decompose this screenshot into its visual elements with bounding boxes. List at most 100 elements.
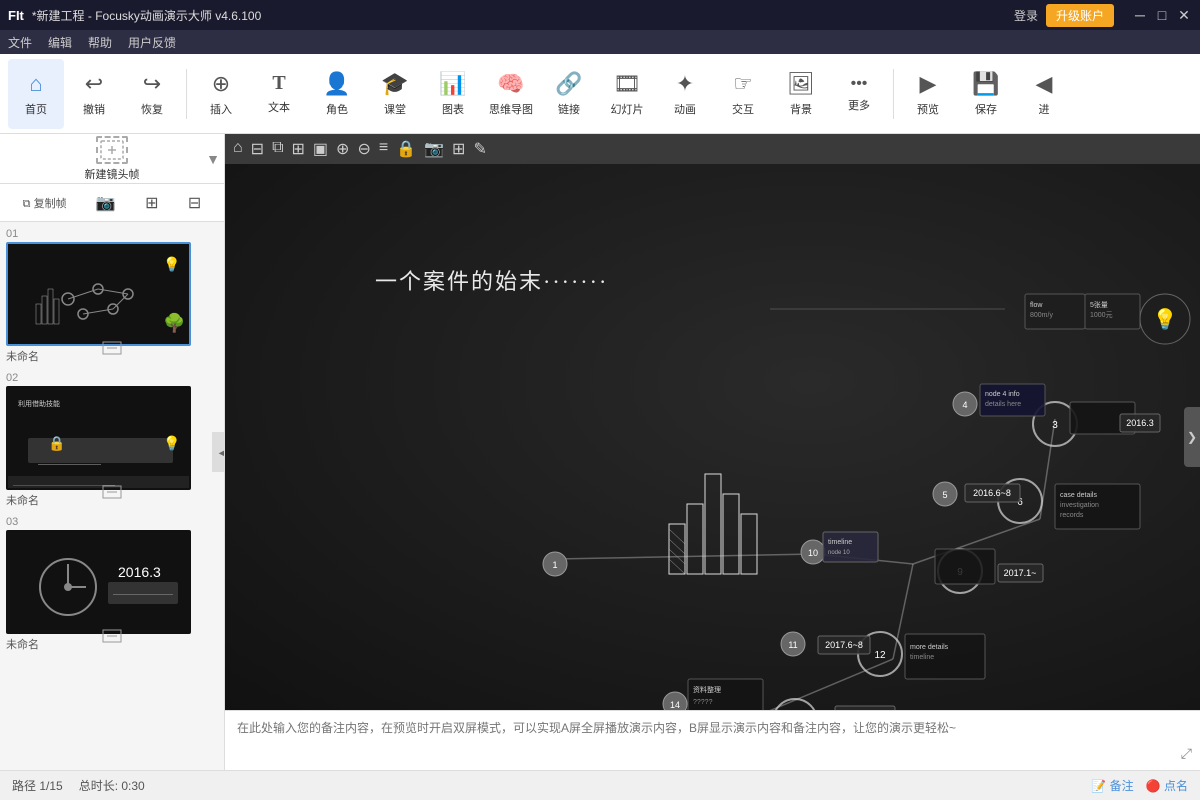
svg-text:💡: 💡 bbox=[163, 435, 180, 452]
canvas-area: ⌂ ⊟ ⧉ ⊞ ▣ ⊕ ⊖ ≡ 🔒 📷 ⊞ ✎ bbox=[225, 134, 1200, 770]
canvas-zoom-out-icon[interactable]: ⊖ bbox=[357, 139, 370, 159]
dotname-icon: 🔴 bbox=[1146, 779, 1161, 793]
toolbar-redo[interactable]: ↪ 恢复 bbox=[124, 59, 180, 129]
notes-input[interactable] bbox=[237, 719, 1188, 762]
more-icon: ••• bbox=[851, 75, 868, 93]
collapse-frame-button[interactable]: ⊟ bbox=[188, 193, 201, 213]
duration-indicator: 总时长: 0:30 bbox=[79, 777, 145, 794]
chart-icon: 📊 bbox=[439, 71, 466, 97]
dotname-button[interactable]: 🔴 点名 bbox=[1146, 777, 1188, 794]
slides-list: 01 一个案件的始末 bbox=[0, 222, 224, 770]
toolbar-home[interactable]: ⌂ 首页 bbox=[8, 59, 64, 129]
canvas-paste-icon[interactable]: ⊞ bbox=[292, 139, 305, 159]
note-button[interactable]: 📝 备注 bbox=[1091, 777, 1133, 794]
expand-frame-button[interactable]: ⊞ bbox=[145, 193, 158, 213]
svg-text:利用借助技能: 利用借助技能 bbox=[18, 399, 60, 408]
notes-area: ⤢ bbox=[225, 710, 1200, 770]
toolbar-insert[interactable]: ⊕ 插入 bbox=[193, 59, 249, 129]
canvas-lock-icon[interactable]: 🔒 bbox=[396, 139, 416, 159]
new-frame-button[interactable]: 新建镜头帧 bbox=[85, 136, 140, 182]
toolbar: ⌂ 首页 ↩ 撤销 ↪ 恢复 ⊕ 插入 T 文本 👤 角色 🎓 课堂 📊 图表 … bbox=[0, 54, 1200, 134]
login-button[interactable]: 登录 bbox=[1014, 7, 1038, 24]
canvas-grid-icon[interactable]: ⊞ bbox=[452, 139, 465, 159]
toolbar-more[interactable]: ••• 更多 bbox=[831, 59, 887, 129]
slide-item-2[interactable]: 02 利用借助技能 ————————— 🔒 💡 ———————————————— bbox=[6, 372, 218, 508]
canvas-duplicate-icon[interactable]: ⧉ bbox=[272, 139, 283, 159]
right-expand-button[interactable]: ❯ bbox=[1184, 407, 1200, 467]
new-frame-icon bbox=[96, 136, 128, 164]
menu-edit[interactable]: 编辑 bbox=[48, 34, 72, 51]
minimize-button[interactable]: ─ bbox=[1132, 7, 1148, 23]
svg-text:investigation: investigation bbox=[1060, 502, 1099, 509]
svg-text:14: 14 bbox=[670, 700, 680, 710]
menu-file[interactable]: 文件 bbox=[8, 34, 32, 51]
svg-text:2016.6~8: 2016.6~8 bbox=[973, 488, 1011, 498]
toolbar-home-label: 首页 bbox=[25, 101, 47, 117]
app-logo: FIt bbox=[8, 8, 24, 23]
svg-text:?????: ????? bbox=[693, 699, 713, 706]
slide-num-1: 01 bbox=[6, 228, 218, 240]
toolbar-undo[interactable]: ↩ 撤销 bbox=[66, 59, 122, 129]
slide-tools: ⧉ 复制帧 📷 ⊞ ⊟ bbox=[0, 184, 224, 222]
menu-feedback[interactable]: 用户反馈 bbox=[128, 34, 176, 51]
canvas-home-icon[interactable]: ⌂ bbox=[233, 139, 243, 159]
path-indicator: 路径 1/15 bbox=[12, 777, 63, 794]
toolbar-role[interactable]: 👤 角色 bbox=[309, 59, 365, 129]
slide-item-1[interactable]: 01 一个案件的始末 bbox=[6, 228, 218, 364]
toolbar-chart[interactable]: 📊 图表 bbox=[425, 59, 481, 129]
toolbar-preview-label: 预览 bbox=[917, 101, 939, 117]
toolbar-bg[interactable]: 🖼 背景 bbox=[773, 59, 829, 129]
canvas-svg: 3 6 9 12 1 4 5 10 bbox=[225, 164, 1200, 710]
toolbar-link-label: 链接 bbox=[558, 101, 580, 117]
canvas-copy-icon[interactable]: ⊟ bbox=[251, 139, 264, 159]
svg-text:2017.1~: 2017.1~ bbox=[1004, 568, 1037, 578]
svg-text:2016.3: 2016.3 bbox=[1126, 418, 1154, 428]
slide-placeholder-icon-2 bbox=[102, 485, 122, 504]
menu-help[interactable]: 帮助 bbox=[88, 34, 112, 51]
canvas-edit-icon[interactable]: ✎ bbox=[473, 139, 486, 159]
toolbar-interact[interactable]: ☞ 交互 bbox=[715, 59, 771, 129]
note-icon: 📝 bbox=[1091, 779, 1106, 793]
close-button[interactable]: ✕ bbox=[1176, 7, 1192, 23]
upgrade-button[interactable]: 升级账户 bbox=[1046, 4, 1114, 27]
canvas-main[interactable]: 3 6 9 12 1 4 5 10 bbox=[225, 164, 1200, 710]
toolbar-slideshow-label: 幻灯片 bbox=[611, 101, 644, 117]
home-icon: ⌂ bbox=[29, 71, 42, 97]
svg-text:🌳: 🌳 bbox=[163, 312, 185, 333]
toolbar-mindmap-label: 思维导图 bbox=[489, 101, 533, 117]
slide-item-3[interactable]: 03 2016.3 —————————— bbox=[6, 516, 218, 652]
sidebar-collapse-button[interactable]: ◀ bbox=[212, 432, 225, 472]
toolbar-preview[interactable]: ▶ 预览 bbox=[900, 59, 956, 129]
toolbar-mindmap[interactable]: 🧠 思维导图 bbox=[483, 59, 539, 129]
slide-thumb-3: 2016.3 —————————— bbox=[6, 530, 191, 634]
svg-text:💡: 💡 bbox=[163, 256, 180, 273]
nav-icon: ◀ bbox=[1036, 71, 1053, 97]
toolbar-nav-label: 进 bbox=[1039, 101, 1050, 117]
sidebar-toolbar: 新建镜头帧 ▼ bbox=[0, 134, 224, 184]
toolbar-class[interactable]: 🎓 课堂 bbox=[367, 59, 423, 129]
link-icon: 🔗 bbox=[555, 71, 582, 97]
svg-text:flow: flow bbox=[1030, 302, 1043, 309]
toolbar-animation[interactable]: ✦ 动画 bbox=[657, 59, 713, 129]
right-expand-icon: ❯ bbox=[1187, 430, 1197, 444]
svg-text:timeline: timeline bbox=[828, 539, 852, 546]
slide-thumb-1: 一个案件的始末 bbox=[6, 242, 191, 346]
sidebar-expand-icon[interactable]: ▼ bbox=[206, 151, 220, 167]
canvas-photo-icon[interactable]: 📷 bbox=[424, 139, 444, 159]
toolbar-slideshow[interactable]: 🎞 幻灯片 bbox=[599, 59, 655, 129]
toolbar-text[interactable]: T 文本 bbox=[251, 59, 307, 129]
undo-icon: ↩ bbox=[85, 71, 103, 97]
svg-text:2016.3: 2016.3 bbox=[118, 564, 161, 580]
svg-text:—————————: ————————— bbox=[38, 461, 101, 468]
notes-expand-icon[interactable]: ⤢ bbox=[1181, 745, 1192, 762]
canvas-frame-icon[interactable]: ▣ bbox=[313, 139, 328, 159]
canvas-align-icon[interactable]: ≡ bbox=[379, 139, 388, 159]
toolbar-link[interactable]: 🔗 链接 bbox=[541, 59, 597, 129]
maximize-button[interactable]: □ bbox=[1154, 7, 1170, 23]
canvas-zoom-in-icon[interactable]: ⊕ bbox=[336, 139, 349, 159]
toolbar-save[interactable]: 💾 保存 bbox=[958, 59, 1014, 129]
screenshot-button[interactable]: 📷 bbox=[96, 193, 116, 213]
svg-text:case details: case details bbox=[1060, 492, 1097, 499]
copy-frame-button[interactable]: ⧉ 复制帧 bbox=[23, 195, 67, 211]
toolbar-nav[interactable]: ◀ 进 bbox=[1016, 59, 1072, 129]
